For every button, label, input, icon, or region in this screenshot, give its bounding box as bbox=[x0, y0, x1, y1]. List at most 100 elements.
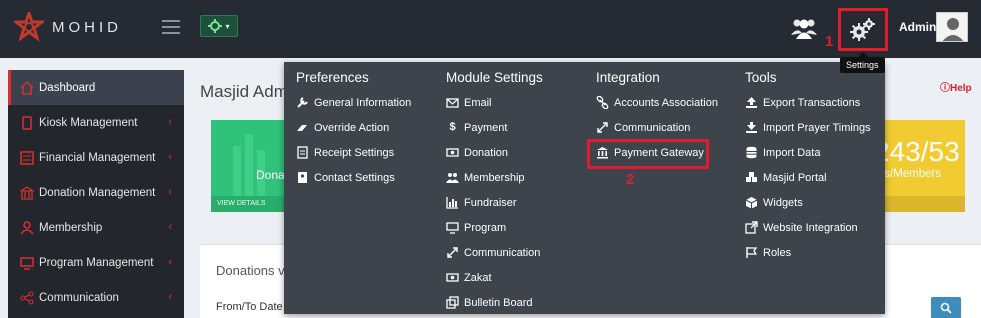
donations-stat-card[interactable]: Dona VIEW DETAILS bbox=[211, 120, 289, 212]
tools-header: Tools bbox=[745, 70, 777, 85]
menu-item-export-transactions[interactable]: Export Transactions bbox=[745, 96, 860, 109]
home-icon bbox=[20, 80, 34, 95]
theme-switch-button[interactable]: ▾ bbox=[200, 15, 238, 37]
help-circle-icon: ⓘ bbox=[940, 83, 950, 94]
settings-dropdown-menu: Preferences General Information Override… bbox=[284, 62, 885, 314]
menu-item-fundraiser[interactable]: Fundraiser bbox=[446, 196, 517, 209]
menu-item-payment[interactable]: $ Payment bbox=[446, 121, 507, 134]
avatar[interactable] bbox=[936, 12, 968, 42]
logo-star-icon bbox=[14, 12, 44, 42]
expand-arrows-icon bbox=[597, 122, 608, 133]
eraser-icon bbox=[297, 125, 307, 131]
sidebar-item-label: Donation Management bbox=[39, 186, 156, 199]
admin-username[interactable]: Admin bbox=[899, 20, 936, 34]
menu-item-integration-communication[interactable]: Communication bbox=[596, 121, 690, 134]
settings-gears-icon bbox=[850, 17, 875, 41]
chevron-left-icon: ‹ bbox=[168, 116, 172, 128]
download-icon bbox=[746, 122, 757, 133]
menu-item-import-data[interactable]: Import Data bbox=[745, 146, 820, 159]
settings-tooltip: Settings bbox=[840, 52, 885, 73]
menu-item-program[interactable]: Program bbox=[446, 221, 506, 234]
contact-card-icon bbox=[298, 172, 307, 183]
upload-icon bbox=[746, 97, 757, 108]
chevron-left-icon: ‹ bbox=[168, 221, 172, 233]
step-2-label: 2 bbox=[626, 171, 635, 188]
sidebar-item-label: Kiosk Management bbox=[39, 116, 138, 129]
calculator-icon bbox=[20, 150, 34, 165]
clone-icon bbox=[446, 296, 459, 309]
menu-item-general-information[interactable]: General Information bbox=[296, 96, 411, 109]
wrench-icon bbox=[297, 97, 308, 108]
search-icon bbox=[940, 302, 952, 314]
cube-icon bbox=[745, 197, 758, 209]
sidebar-item-label: Program Management bbox=[39, 256, 154, 269]
menu-item-accounts-association[interactable]: Accounts Association bbox=[596, 96, 718, 109]
menu-toggle-icon[interactable] bbox=[162, 20, 180, 34]
menu-item-import-prayer-timings[interactable]: Import Prayer Timings bbox=[745, 121, 871, 134]
file-text-icon bbox=[297, 146, 308, 159]
step-1-label: 1 bbox=[825, 33, 834, 50]
database-icon bbox=[746, 146, 757, 159]
view-details-link[interactable]: VIEW DETAILS bbox=[211, 196, 289, 212]
chevron-left-icon: ‹ bbox=[168, 151, 172, 163]
chevron-left-icon: ‹ bbox=[168, 256, 172, 268]
monitor-icon bbox=[446, 222, 459, 234]
settings-button[interactable] bbox=[838, 8, 888, 51]
menu-item-override-action[interactable]: Override Action bbox=[296, 121, 389, 134]
menu-item-widgets[interactable]: Widgets bbox=[745, 196, 803, 209]
module-settings-header: Module Settings bbox=[446, 70, 543, 85]
menu-item-receipt-settings[interactable]: Receipt Settings bbox=[296, 146, 394, 159]
search-button[interactable] bbox=[931, 297, 961, 318]
card-footer[interactable] bbox=[874, 196, 965, 212]
sidebar-item-communication[interactable]: Communication ‹ bbox=[8, 280, 184, 315]
users-icon[interactable] bbox=[790, 16, 818, 40]
sidebar-item-program-management[interactable]: Program Management ‹ bbox=[8, 245, 184, 280]
sidebar-item-label: Dashboard bbox=[39, 81, 96, 94]
bank-icon bbox=[20, 185, 34, 200]
sidebar-item-label: Financial Management bbox=[39, 151, 156, 164]
brand-name: MOHID bbox=[52, 18, 122, 36]
menu-item-website-integration[interactable]: Website Integration bbox=[745, 221, 858, 234]
sidebar-item-kiosk-management[interactable]: Kiosk Management ‹ bbox=[8, 105, 184, 140]
sidebar-item-financial-management[interactable]: Financial Management ‹ bbox=[8, 140, 184, 175]
page-title: Masjid Adm bbox=[200, 82, 288, 101]
sidebar-item-dashboard[interactable]: Dashboard bbox=[8, 70, 184, 105]
help-link[interactable]: ⓘHelp bbox=[940, 79, 972, 94]
monitor-icon bbox=[20, 256, 34, 270]
cubes-icon bbox=[746, 172, 757, 182]
menu-item-email[interactable]: Email bbox=[446, 96, 492, 109]
external-link-icon bbox=[745, 221, 758, 234]
money-icon bbox=[446, 148, 459, 157]
user-icon bbox=[20, 220, 34, 234]
link-icon bbox=[596, 96, 609, 109]
menu-item-contact-settings[interactable]: Contact Settings bbox=[296, 171, 395, 184]
menu-item-membership[interactable]: Membership bbox=[446, 171, 525, 184]
members-stat-card[interactable]: 243/53 ors/Members bbox=[874, 120, 965, 212]
menu-item-donation[interactable]: Donation bbox=[446, 146, 508, 159]
panel-title: Donations v bbox=[216, 263, 285, 278]
menu-item-roles[interactable]: Roles bbox=[745, 246, 791, 259]
sidebar-item-label: Communication bbox=[39, 291, 119, 304]
dollar-icon: $ bbox=[449, 121, 456, 133]
user-silhouette-icon bbox=[942, 18, 964, 41]
stat-card-value: 243/53 bbox=[874, 136, 960, 167]
sidebar-item-label: Membership bbox=[39, 221, 103, 234]
menu-item-communication[interactable]: Communication bbox=[446, 246, 540, 259]
brand-logo[interactable]: MOHID bbox=[14, 12, 122, 42]
flag-icon bbox=[746, 247, 758, 258]
chevron-left-icon: ‹ bbox=[168, 291, 172, 303]
menu-item-bulletin-board[interactable]: Bulletin Board bbox=[446, 296, 533, 309]
sidebar: Dashboard Kiosk Management ‹ Financial M… bbox=[8, 70, 184, 318]
bar-chart-background-icon bbox=[233, 134, 265, 196]
preferences-header: Preferences bbox=[296, 70, 369, 85]
share-icon bbox=[20, 291, 34, 304]
money-icon bbox=[446, 273, 459, 282]
sidebar-item-membership[interactable]: Membership ‹ bbox=[8, 210, 184, 245]
chevron-down-icon: ▾ bbox=[225, 21, 230, 31]
top-navbar: MOHID ▾ Admin bbox=[0, 0, 981, 58]
sidebar-item-donation-management[interactable]: Donation Management ‹ bbox=[8, 175, 184, 210]
menu-item-masjid-portal[interactable]: Masjid Portal bbox=[745, 171, 827, 184]
bar-chart-icon bbox=[446, 197, 458, 209]
date-range-label: From/To Date bbox=[216, 301, 283, 313]
menu-item-zakat[interactable]: Zakat bbox=[446, 271, 492, 284]
